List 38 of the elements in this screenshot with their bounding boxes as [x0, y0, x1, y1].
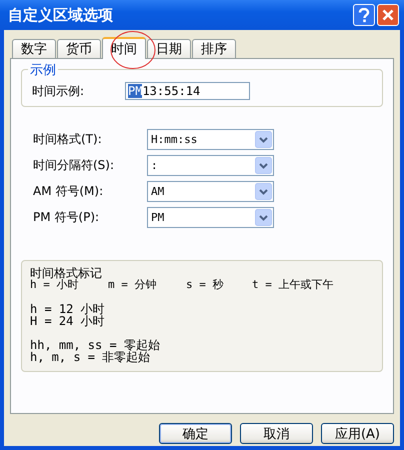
dropdown[interactable]: H:mm:ss — [147, 129, 274, 150]
tab[interactable]: 时间 — [102, 37, 146, 59]
close-button[interactable] — [377, 4, 399, 26]
field-label: 时间分隔符(S): — [33, 157, 116, 174]
notes-line: H = 24 小时 — [30, 315, 106, 327]
chevron-down-icon[interactable] — [255, 209, 272, 226]
dialog-button[interactable]: 应用(A) — [321, 423, 394, 444]
chevron-down-icon[interactable] — [255, 183, 272, 200]
highlight-circle — [110, 30, 156, 70]
window-title: 自定义区域选项 — [8, 6, 114, 24]
dropdown[interactable]: PM — [147, 207, 274, 228]
legend-text: m = 分钟 — [108, 279, 158, 291]
notes-line: h = 12 小时 — [30, 303, 106, 315]
notes-line: h, m, s = 非零起始 — [30, 351, 150, 363]
field-label: AM 符号(M): — [33, 183, 104, 200]
group-title: 示例 — [28, 61, 58, 79]
dropdown[interactable]: AM — [147, 181, 274, 202]
help-button[interactable] — [353, 4, 375, 26]
chevron-down-icon[interactable] — [255, 131, 272, 148]
close-icon — [382, 9, 394, 21]
legend-text: t = 上午或下午 — [252, 279, 334, 291]
dialog-button[interactable]: 确定 — [159, 423, 232, 444]
field-label: PM 符号(P): — [33, 209, 100, 226]
field-label: 时间格式(T): — [33, 131, 103, 148]
time-sample-field[interactable]: PM13:55:14 — [125, 82, 250, 100]
notes-title: 时间格式标记 — [30, 267, 103, 279]
question-mark-icon — [358, 8, 370, 22]
chevron-down-icon[interactable] — [255, 157, 272, 174]
dropdown[interactable]: : — [147, 155, 274, 176]
tab[interactable]: 货币 — [57, 39, 101, 58]
field-label: 时间示例: — [32, 82, 86, 100]
tab[interactable]: 数字 — [12, 39, 56, 58]
legend-text: s = 秒 — [186, 279, 224, 291]
tab[interactable]: 排序 — [192, 39, 236, 58]
dialog-button[interactable]: 取消 — [240, 423, 313, 444]
notes-line: hh, mm, ss = 零起始 — [30, 339, 161, 351]
tab[interactable]: 日期 — [147, 39, 191, 58]
legend-text: h = 小时 — [30, 279, 78, 291]
